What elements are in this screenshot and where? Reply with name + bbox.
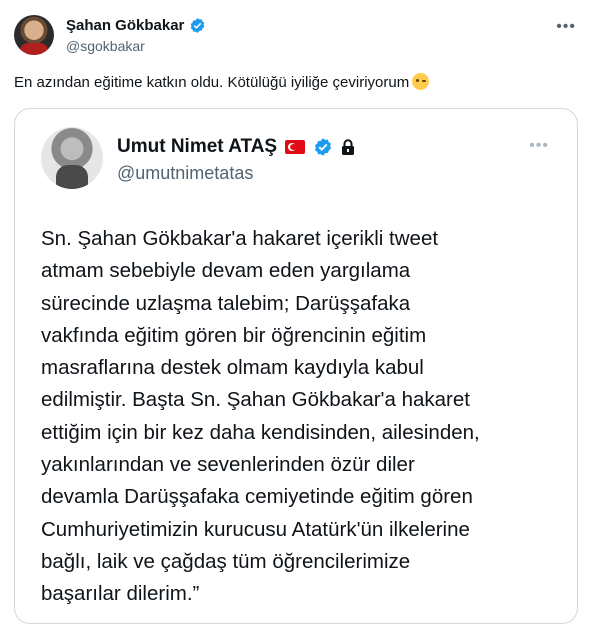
quoted-tweet[interactable]: Umut Nimet ATAŞ @umutnimetatas ••• Sn. Ş… [14,108,578,624]
winking-face-icon [412,73,430,90]
quoted-text-line: başarılar dilerim.” [41,582,200,606]
quoted-text-line: yakınlarından ve sevenlerinden özür dile… [41,453,415,477]
quoted-text-line: ettiğim için bir kez daha kendisinden, a… [41,420,480,444]
lock-icon [342,139,355,155]
quoted-text-line: bağlı, laik ve çağdaş tüm öğrencilerimiz… [41,549,411,573]
more-dots-icon[interactable]: ••• [556,18,576,36]
quoted-text-line: vakfında eğitim gören bir öğrencinin eği… [41,323,427,347]
quoted-text-line: devamla Darüşşafaka cemiyetinde eğitim g… [41,485,473,509]
more-dots-icon[interactable]: ••• [529,137,549,155]
quoted-text-line: sürecinde uzlaşma talebim; Darüşşafaka [41,291,411,315]
quoted-author-handle[interactable]: @umutnimetatas [117,163,253,184]
quoted-author-name[interactable]: Umut Nimet ATAŞ [117,136,277,158]
turkey-flag-icon [285,140,306,154]
quoted-author-avatar[interactable] [41,127,103,189]
quoted-text-line: Sn. Şahan Gökbakar'a hakaret içerikli tw… [41,227,439,250]
quoted-text-line: masraflarına destek olmam kaydıyla kabul [41,356,424,380]
quoted-tweet-text: Sn. Şahan Gökbakar'a hakaret içerikli tw… [41,223,571,611]
tweet-text-content: En azından eğitime katkın oldu. Kötülüğü… [14,74,410,91]
quoted-author-name-row: Umut Nimet ATAŞ [117,136,355,158]
quoted-text-line: Cumhuriyetimizin kurucusu Atatürk'ün ilk… [41,517,470,541]
author-name-row: Şahan Gökbakar [66,17,206,34]
tweet-text: En azından eğitime katkın oldu. Kötülüğü… [14,73,430,93]
verified-badge-icon [315,138,332,156]
verified-badge-icon [191,18,205,33]
quoted-text-line: atmam sebebiyle devam eden yargılama [41,259,411,283]
author-avatar[interactable] [14,15,54,55]
tweet: Şahan Gökbakar @sgokbakar ••• En azından… [0,0,592,637]
author-handle[interactable]: @sgokbakar [66,38,145,54]
quoted-text-line: edilmiştir. Başta Sn. Şahan Gökbakar'a h… [41,388,470,412]
author-name[interactable]: Şahan Gökbakar [66,17,184,34]
